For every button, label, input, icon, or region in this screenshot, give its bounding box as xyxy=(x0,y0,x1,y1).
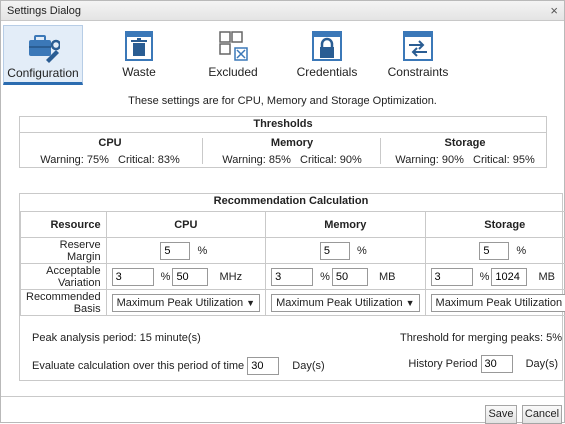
threshold-cpu: CPU Warning: 75% Critical: 83% xyxy=(20,134,200,168)
tab-credentials[interactable]: Credentials xyxy=(289,25,365,85)
evaluate-row: Evaluate calculation over this period of… xyxy=(32,357,562,375)
unit-label: % xyxy=(357,245,367,257)
unit-label: % xyxy=(516,245,526,257)
threshold-memory-warning: Warning: 85% xyxy=(222,154,291,166)
unit-label: % xyxy=(161,271,171,283)
divider xyxy=(202,138,203,164)
tab-label: Excluded xyxy=(201,65,265,79)
tab-label: Waste xyxy=(111,65,167,79)
recommendation-table: Resource CPU Memory Storage Reserve Marg… xyxy=(20,211,565,316)
tab-label: Credentials xyxy=(289,65,365,79)
merge-peaks-threshold: Threshold for merging peaks: 5% xyxy=(400,332,562,344)
settings-dialog: Settings Dialog × Configuration Wa xyxy=(0,0,565,423)
unit-label: MHz xyxy=(220,271,243,283)
table-header-row: Resource CPU Memory Storage xyxy=(21,212,565,238)
header-memory: Memory xyxy=(266,212,425,238)
unit-label: MB xyxy=(538,271,555,283)
lock-icon xyxy=(310,29,344,63)
threshold-storage-warning: Warning: 90% xyxy=(395,154,464,166)
thresholds-panel: Thresholds CPU Warning: 75% Critical: 83… xyxy=(19,116,547,168)
intro-text: These settings are for CPU, Memory and S… xyxy=(1,95,564,107)
memory-variation-pct-input[interactable] xyxy=(271,268,313,286)
tab-constraints[interactable]: Constraints xyxy=(385,25,451,85)
recommended-basis-label: Recommended Basis xyxy=(21,290,107,316)
recommendation-panel: Recommendation Calculation Resource CPU … xyxy=(19,193,563,381)
threshold-storage-critical: Critical: 95% xyxy=(473,154,535,166)
trash-icon xyxy=(122,29,156,63)
cpu-variation-pct-input[interactable] xyxy=(112,268,154,286)
evaluate-period-label: Evaluate calculation over this period of… xyxy=(32,360,244,372)
history-period-unit: Day(s) xyxy=(526,358,558,370)
save-button[interactable]: Save xyxy=(485,405,517,424)
reserve-margin-label: Reserve Margin xyxy=(21,238,107,264)
peak-analysis-period: Peak analysis period: 15 minute(s) xyxy=(32,332,201,344)
dialog-title: Settings Dialog xyxy=(7,5,81,17)
evaluate-period-input[interactable] xyxy=(247,357,279,375)
memory-basis-select[interactable]: Maximum Peak Utilization▼ xyxy=(271,294,419,312)
recommendation-title: Recommendation Calculation xyxy=(20,194,562,210)
threshold-storage-title: Storage xyxy=(382,137,548,149)
threshold-cpu-warning: Warning: 75% xyxy=(40,154,109,166)
cpu-basis-select[interactable]: Maximum Peak Utilization▼ xyxy=(112,294,260,312)
title-bar: Settings Dialog × xyxy=(1,1,564,21)
close-icon[interactable]: × xyxy=(550,3,558,18)
storage-variation-abs-input[interactable] xyxy=(491,268,527,286)
tab-label: Configuration xyxy=(4,66,82,80)
threshold-memory: Memory Warning: 85% Critical: 90% xyxy=(204,134,380,168)
memory-reserve-margin-input[interactable] xyxy=(320,242,350,260)
acceptable-variation-label: Acceptable Variation xyxy=(21,264,107,290)
threshold-cpu-critical: Critical: 83% xyxy=(118,154,180,166)
settings-toolbar: Configuration Waste Excluded xyxy=(1,25,564,87)
unit-label: % xyxy=(480,271,490,283)
chevron-down-icon: ▼ xyxy=(406,298,415,308)
tab-configuration[interactable]: Configuration xyxy=(3,25,83,85)
cpu-variation-abs-input[interactable] xyxy=(172,268,208,286)
history-period-label: History Period xyxy=(408,358,477,370)
storage-basis-select[interactable]: Maximum Peak Utilization▼ xyxy=(431,294,565,312)
history-period-input[interactable] xyxy=(481,355,513,373)
header-cpu: CPU xyxy=(106,212,265,238)
thresholds-title: Thresholds xyxy=(20,117,546,133)
cpu-reserve-margin-input[interactable] xyxy=(160,242,190,260)
arrows-icon xyxy=(401,29,435,63)
unit-label: % xyxy=(320,271,330,283)
header-resource: Resource xyxy=(21,212,107,238)
dialog-footer: Save Cancel xyxy=(1,396,564,423)
select-value: Maximum Peak Utilization xyxy=(117,297,244,309)
chevron-down-icon: ▼ xyxy=(246,298,255,308)
divider xyxy=(380,138,381,164)
table-row-acceptable-variation: Acceptable Variation % MHz % MB % MB xyxy=(21,264,565,290)
threshold-cpu-title: CPU xyxy=(20,137,200,149)
header-storage: Storage xyxy=(425,212,565,238)
excluded-grid-icon xyxy=(216,29,250,63)
configuration-tools-icon xyxy=(26,30,60,64)
threshold-memory-title: Memory xyxy=(204,137,380,149)
storage-reserve-margin-input[interactable] xyxy=(479,242,509,260)
select-value: Maximum Peak Utilization xyxy=(436,297,563,309)
peak-info-row: Peak analysis period: 15 minute(s) Thres… xyxy=(32,332,562,344)
memory-variation-abs-input[interactable] xyxy=(332,268,368,286)
evaluate-period-unit: Day(s) xyxy=(292,360,324,372)
cancel-button[interactable]: Cancel xyxy=(522,405,562,424)
select-value: Maximum Peak Utilization xyxy=(276,297,403,309)
table-row-recommended-basis: Recommended Basis Maximum Peak Utilizati… xyxy=(21,290,565,316)
unit-label: % xyxy=(197,245,207,257)
table-row-reserve-margin: Reserve Margin % % % xyxy=(21,238,565,264)
threshold-storage: Storage Warning: 90% Critical: 95% xyxy=(382,134,548,168)
tab-excluded[interactable]: Excluded xyxy=(201,25,265,85)
threshold-memory-critical: Critical: 90% xyxy=(300,154,362,166)
tab-label: Constraints xyxy=(385,65,451,79)
unit-label: MB xyxy=(379,271,396,283)
storage-variation-pct-input[interactable] xyxy=(431,268,473,286)
tab-waste[interactable]: Waste xyxy=(111,25,167,85)
